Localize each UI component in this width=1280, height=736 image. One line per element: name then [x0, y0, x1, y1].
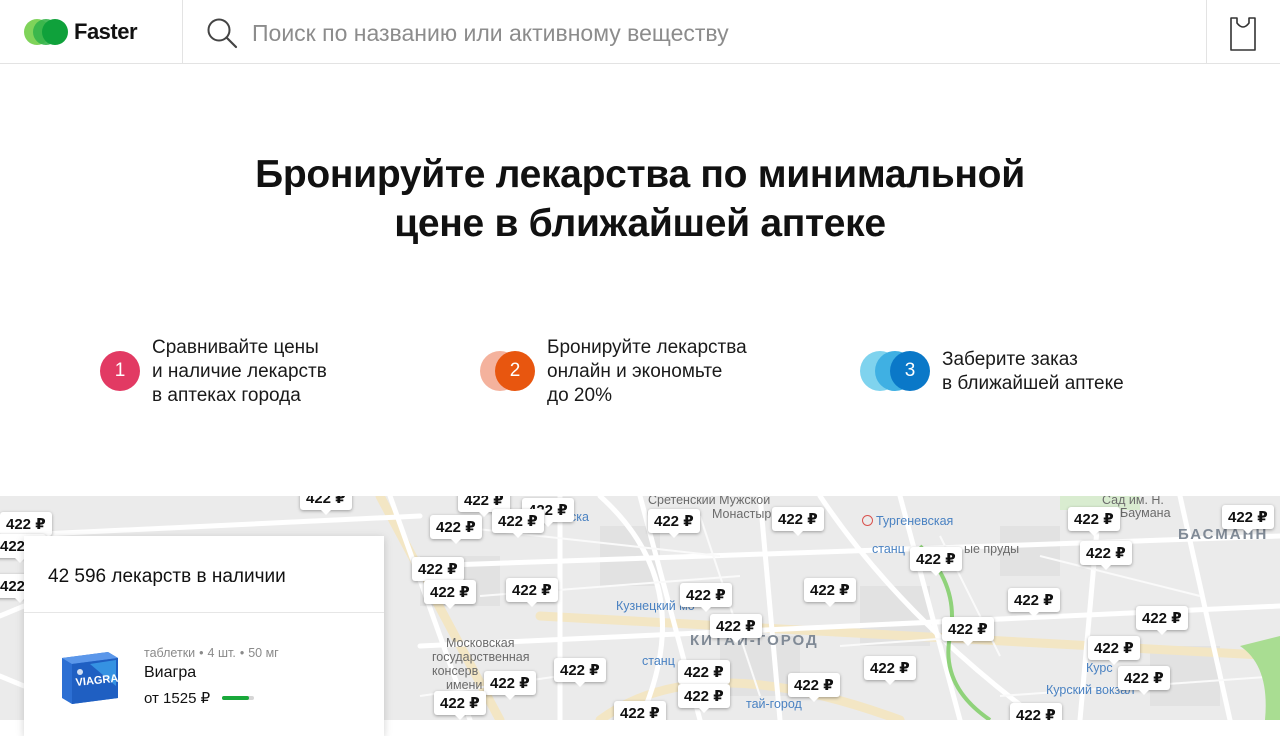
- map-price-pin[interactable]: 422 ₽: [434, 691, 486, 720]
- map-price-pin[interactable]: 422 ₽: [506, 578, 558, 607]
- map-label: имени: [446, 678, 483, 692]
- product-name[interactable]: Виагра: [144, 664, 196, 682]
- map-price-pin[interactable]: 422 ₽: [492, 509, 544, 538]
- map-price-pin[interactable]: 422 ₽: [1118, 666, 1170, 695]
- map-price-pin[interactable]: 422 ₽: [424, 580, 476, 609]
- map-label: станц: [642, 654, 675, 668]
- map-price-pin[interactable]: 422 ₽: [648, 509, 700, 538]
- map-label: консерв: [432, 664, 479, 678]
- search-icon[interactable]: [205, 16, 239, 50]
- map-price-pin[interactable]: 422 ₽: [864, 656, 916, 685]
- map-label: Монастырь: [712, 507, 778, 521]
- map-price-pin[interactable]: 422 ₽: [678, 660, 730, 689]
- map-label: государственная: [432, 650, 530, 664]
- map-price-pin[interactable]: 422 ₽: [788, 673, 840, 702]
- header: Faster: [0, 0, 1280, 64]
- step-pickup: 3 Заберите заказ в ближайшей аптеке: [860, 348, 1124, 396]
- map-price-pin[interactable]: 422 ₽: [554, 658, 606, 687]
- shopping-bag-icon[interactable]: [1228, 14, 1258, 52]
- step-book: 2 Бронируйте лекарства онлайн и экономьт…: [480, 336, 747, 408]
- map-price-pin[interactable]: 422 ₽: [300, 496, 352, 515]
- map-price-pin[interactable]: 422 ₽: [614, 701, 666, 720]
- map-price-pin[interactable]: 422 ₽: [1008, 588, 1060, 617]
- map-label: станц: [872, 542, 905, 556]
- map-label: ые пруды: [964, 542, 1020, 556]
- metro-label-turgenevskaya: Тургеневская: [862, 514, 953, 528]
- map-price-pin[interactable]: 422 ₽: [910, 547, 962, 576]
- map-price-pin[interactable]: 422 ₽: [678, 684, 730, 713]
- map-price-pin[interactable]: 422 ₽: [804, 578, 856, 607]
- divider: [24, 612, 384, 613]
- map-label: Московская: [446, 636, 515, 650]
- header-divider: [182, 0, 183, 64]
- map-price-pin[interactable]: 422 ₽: [412, 557, 464, 586]
- map-price-pin[interactable]: 422 ₽: [1068, 507, 1120, 536]
- results-count: 42 596 лекарств в наличии: [48, 566, 286, 587]
- map-price-pin[interactable]: 422 ₽: [430, 515, 482, 544]
- search-input[interactable]: [252, 14, 1152, 52]
- step-2-icon: 2: [480, 351, 547, 393]
- page-title-line: Бронируйте лекарства по минимальной: [255, 153, 1025, 196]
- metro-icon: [862, 515, 873, 526]
- map-price-pin[interactable]: 422 ₽: [1080, 541, 1132, 570]
- map-price-pin[interactable]: 422 ₽: [1136, 606, 1188, 635]
- logo[interactable]: Faster: [24, 18, 138, 46]
- map-price-pin[interactable]: 422 ₽: [680, 583, 732, 612]
- logo-text: Faster: [74, 19, 138, 44]
- step-3-icon: 3: [860, 351, 942, 393]
- product-image[interactable]: VIAGRA: [56, 646, 122, 708]
- map-price-pin[interactable]: 422 ₽: [484, 671, 536, 700]
- step-compare: 1 Сравнивайте цены и наличие лекарств в …: [100, 336, 327, 408]
- logo-circles-icon: [24, 19, 68, 45]
- step-text: Заберите заказ в ближайшей аптеке: [942, 349, 1124, 394]
- page-title-line: цене в ближайшей аптеке: [394, 202, 886, 245]
- availability-fill: [222, 696, 250, 700]
- product-price: от 1525 ₽: [144, 690, 211, 707]
- map-price-pin[interactable]: 422 ₽: [1222, 505, 1274, 534]
- map-price-pin[interactable]: 422 ₽: [710, 614, 762, 643]
- map-label: Сретенский Мужской: [648, 496, 771, 507]
- header-divider: [1206, 0, 1207, 64]
- step-1-icon: 1: [100, 351, 152, 393]
- map-price-pin[interactable]: 422 ₽: [772, 507, 824, 536]
- results-panel: 42 596 лекарств в наличии VIAGRA таблетк…: [24, 536, 384, 736]
- step-text: Сравнивайте цены и наличие лекарств в ап…: [152, 337, 327, 406]
- availability-bar: [222, 696, 255, 700]
- map-price-pin[interactable]: 422 ₽: [1010, 703, 1062, 720]
- map-label: Баумана: [1120, 506, 1171, 520]
- product-price-row: от 1525 ₽: [144, 689, 255, 707]
- step-text: Бронируйте лекарства онлайн и экономьте …: [547, 337, 747, 406]
- map-price-pin[interactable]: 422 ₽: [1088, 636, 1140, 665]
- map-price-pin[interactable]: 422 ₽: [942, 617, 994, 646]
- map-price-pin[interactable]: 422 ₽: [0, 512, 52, 541]
- page-title: Бронируйте лекарства по минимальной цене…: [0, 150, 1280, 248]
- product-meta: таблетки • 4 шт. • 50 мг: [144, 646, 279, 660]
- map-label: тай-город: [746, 697, 802, 711]
